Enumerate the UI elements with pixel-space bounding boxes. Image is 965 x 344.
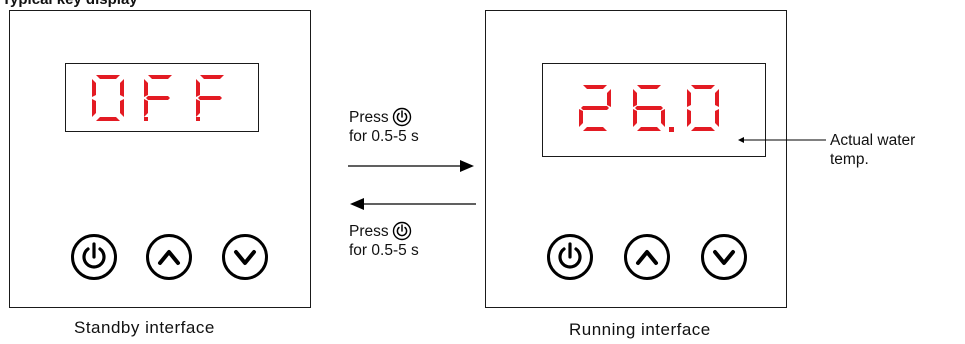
running-display-digits: [579, 85, 719, 132]
down-button[interactable]: [701, 234, 747, 280]
annotation-arrow: [738, 137, 826, 143]
power-icon: [392, 107, 411, 127]
running-panel: [485, 10, 787, 308]
up-button[interactable]: [146, 234, 192, 280]
back-duration-label: for 0.5-5 s: [349, 242, 419, 259]
annotation-line2: temp.: [830, 151, 869, 168]
down-icon: [234, 250, 256, 265]
power-icon: [558, 242, 582, 269]
running-caption: Running interface: [569, 320, 711, 339]
up-icon: [636, 250, 658, 265]
forward-instruction: Press for 0.5-5 s: [349, 107, 419, 146]
power-button[interactable]: [547, 234, 593, 280]
power-icon: [392, 221, 411, 241]
annotation-line1: Actual water: [830, 132, 916, 149]
section-heading: Typical key display: [2, 0, 138, 8]
digit-2: [579, 85, 611, 131]
digit-f2: [196, 74, 224, 121]
standby-display: [65, 63, 259, 132]
standby-display-digits: [92, 74, 224, 121]
digit-6: [633, 85, 665, 131]
up-icon: [158, 250, 180, 265]
back-press-label: Press: [349, 222, 389, 240]
arrow-right: [348, 160, 474, 172]
annotation-text: Actual water temp.: [830, 131, 915, 169]
digit-0: [92, 74, 124, 121]
power-button[interactable]: [71, 234, 117, 280]
digit-0: [687, 85, 719, 131]
arrow-left: [350, 198, 476, 210]
digit-f1: [144, 74, 172, 121]
running-display: [542, 63, 766, 157]
down-button[interactable]: [222, 234, 268, 280]
down-icon: [713, 250, 735, 265]
standby-panel: [9, 10, 311, 308]
power-icon: [82, 242, 106, 269]
forward-press-label: Press: [349, 108, 389, 126]
decimal-point: [669, 127, 674, 132]
standby-caption: Standby interface: [74, 318, 215, 337]
forward-duration-label: for 0.5-5 s: [349, 128, 419, 145]
up-button[interactable]: [624, 234, 670, 280]
back-instruction: Press for 0.5-5 s: [349, 221, 419, 260]
